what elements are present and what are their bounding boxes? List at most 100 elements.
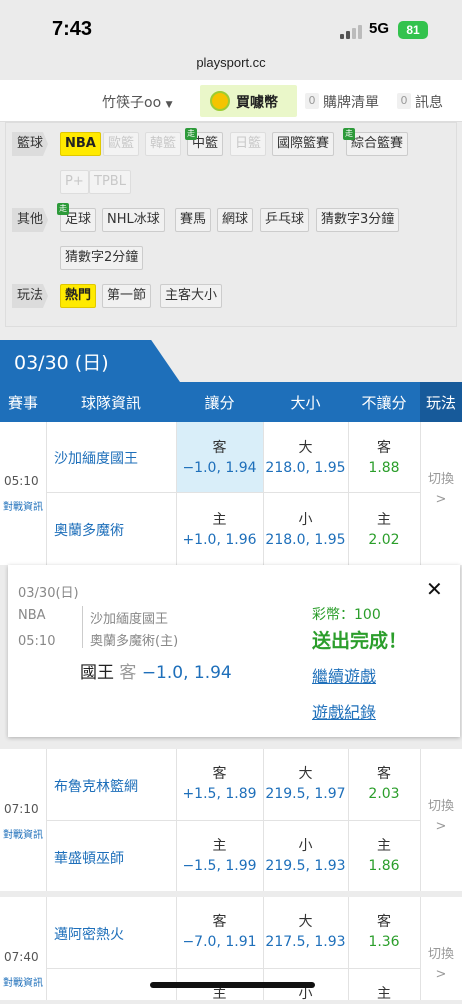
divider: [420, 749, 421, 891]
tag-mixed[interactable]: 綜合籃賽: [346, 132, 409, 156]
spread-away[interactable]: 客 −1.0, 1.94: [176, 438, 263, 478]
message-count: 0: [397, 93, 411, 109]
tag-tennis[interactable]: 網球: [217, 208, 254, 232]
total-over[interactable]: 大 217.5, 1.93: [263, 912, 348, 952]
spread-away[interactable]: 客 +1.5, 1.89: [176, 764, 263, 804]
ml-away[interactable]: 客 1.36: [348, 912, 420, 952]
tag-home-away-total[interactable]: 主客大小: [160, 284, 223, 308]
spread-home[interactable]: 主 −1.5, 1.99: [176, 836, 263, 876]
col-team: 球隊資訊: [80, 394, 141, 412]
odds-value: 217.5, 1.93: [265, 934, 346, 950]
side-label: 客: [212, 440, 227, 456]
tag-horse[interactable]: 賽馬: [175, 208, 212, 232]
tag-nba[interactable]: NBA: [60, 132, 101, 156]
close-icon[interactable]: ✕: [426, 577, 443, 601]
tag-pingpong[interactable]: 乒乓球: [260, 208, 310, 232]
live-badge: 走: [57, 203, 69, 215]
message-link[interactable]: 訊息: [415, 92, 443, 112]
ml-home[interactable]: 主 1.86: [348, 836, 420, 876]
game-time: 05:10: [4, 474, 39, 488]
cart-link[interactable]: 購牌清單: [323, 92, 379, 112]
game-time: 07:10: [4, 802, 39, 816]
odds-value: −1.0, 1.94: [182, 460, 257, 476]
continue-game-link[interactable]: 繼續遊戲: [312, 663, 376, 687]
home-indicator[interactable]: [150, 982, 315, 988]
odds-value: −7.0, 1.91: [182, 934, 257, 950]
matchup-link[interactable]: 對戰資訊: [3, 826, 43, 841]
live-badge: 走: [343, 128, 355, 140]
popup-date: 03/30(日): [18, 586, 79, 601]
side-label: 主: [212, 838, 227, 854]
caret-down-icon: ▼: [165, 100, 173, 110]
tag-first-quarter[interactable]: 第一節: [102, 284, 152, 308]
tag-tpbl[interactable]: TPBL: [89, 170, 131, 194]
tag-intl[interactable]: 國際籃賽: [272, 132, 335, 156]
chevron-right-icon: >: [435, 967, 447, 982]
total-under[interactable]: 小 218.0, 1.95: [263, 510, 348, 550]
odds-value: 2.03: [368, 786, 400, 802]
divider: [46, 968, 420, 969]
tag-guess3[interactable]: 猜數字3分鐘: [316, 208, 400, 232]
total-over[interactable]: 大 218.0, 1.95: [263, 438, 348, 478]
home-team: 華盛頓巫師: [54, 851, 124, 867]
odds-value: 1.88: [368, 460, 400, 476]
divider: [348, 422, 349, 565]
tag-nhl[interactable]: NHL冰球: [102, 208, 165, 232]
side-label: 主: [377, 838, 391, 854]
side-label: 客: [212, 914, 227, 930]
switch-button[interactable]: 切換 >: [420, 945, 462, 985]
divider: [46, 820, 420, 821]
pick-odds: −1.0, 1.94: [141, 663, 232, 683]
tag-pplus[interactable]: P+: [60, 170, 89, 194]
clock: 7:43: [52, 18, 93, 40]
tag-korea[interactable]: 韓籃: [145, 132, 182, 156]
network-label: 5G: [369, 20, 390, 37]
switch-label: 切換: [427, 799, 454, 814]
ml-away[interactable]: 客 2.03: [348, 764, 420, 804]
cart-count: 0: [305, 93, 319, 109]
odds-value: 1.36: [368, 934, 400, 950]
popup-pick: 國王 客 −1.0, 1.94: [80, 658, 232, 683]
spread-away[interactable]: 客 −7.0, 1.91: [176, 912, 263, 952]
side-label: 大: [298, 766, 313, 782]
url-bar[interactable]: playsport.cc: [0, 55, 462, 70]
ml-away[interactable]: 客 1.88: [348, 438, 420, 478]
ml-home[interactable]: 主: [348, 984, 420, 1004]
battery-icon: 81: [398, 21, 428, 39]
side-label: 主: [377, 512, 391, 528]
tag-guess2[interactable]: 猜數字2分鐘: [60, 246, 144, 270]
side-label: 主: [377, 986, 391, 1002]
total-under[interactable]: 小 219.5, 1.93: [263, 836, 348, 876]
game-time: 07:40: [4, 950, 39, 964]
tag-hot[interactable]: 熱門: [60, 284, 97, 308]
pick-side: 客: [119, 663, 137, 683]
user-menu[interactable]: 竹筷子oo ▼: [102, 92, 173, 112]
total-over[interactable]: 大 219.5, 1.97: [263, 764, 348, 804]
side-label: 大: [298, 914, 313, 930]
popup-away-team: 沙加緬度國王: [90, 612, 169, 627]
matchup-link[interactable]: 對戰資訊: [3, 498, 43, 513]
side-label: 客: [377, 766, 391, 782]
ml-home[interactable]: 主 2.02: [348, 510, 420, 550]
away-team: 沙加緬度國王: [54, 451, 138, 467]
odds-value: 218.0, 1.95: [265, 460, 346, 476]
away-team: 布魯克林籃網: [54, 779, 138, 795]
coin-cost: 彩幣：100: [312, 607, 381, 623]
col-spread: 讓分: [204, 394, 235, 412]
pick-team: 國王: [80, 663, 114, 683]
switch-button[interactable]: 切換 >: [420, 797, 462, 837]
spread-home[interactable]: 主 +1.0, 1.96: [176, 510, 263, 550]
away-team: 邁阿密熱火: [54, 927, 124, 943]
col-event: 賽事: [7, 394, 38, 412]
signal-icon: [340, 25, 364, 39]
switch-button[interactable]: 切換 >: [420, 470, 462, 510]
divider: [420, 422, 421, 565]
tag-japan[interactable]: 日籃: [230, 132, 267, 156]
game-record-link[interactable]: 遊戲紀錄: [312, 699, 376, 723]
matchup-link[interactable]: 對戰資訊: [3, 974, 43, 989]
odds-value: 2.02: [368, 532, 400, 548]
divider: [46, 897, 47, 1000]
date-label: 03/30 (日): [14, 352, 109, 374]
popup-time: 05:10: [18, 634, 56, 649]
tag-euro[interactable]: 歐籃: [103, 132, 140, 156]
